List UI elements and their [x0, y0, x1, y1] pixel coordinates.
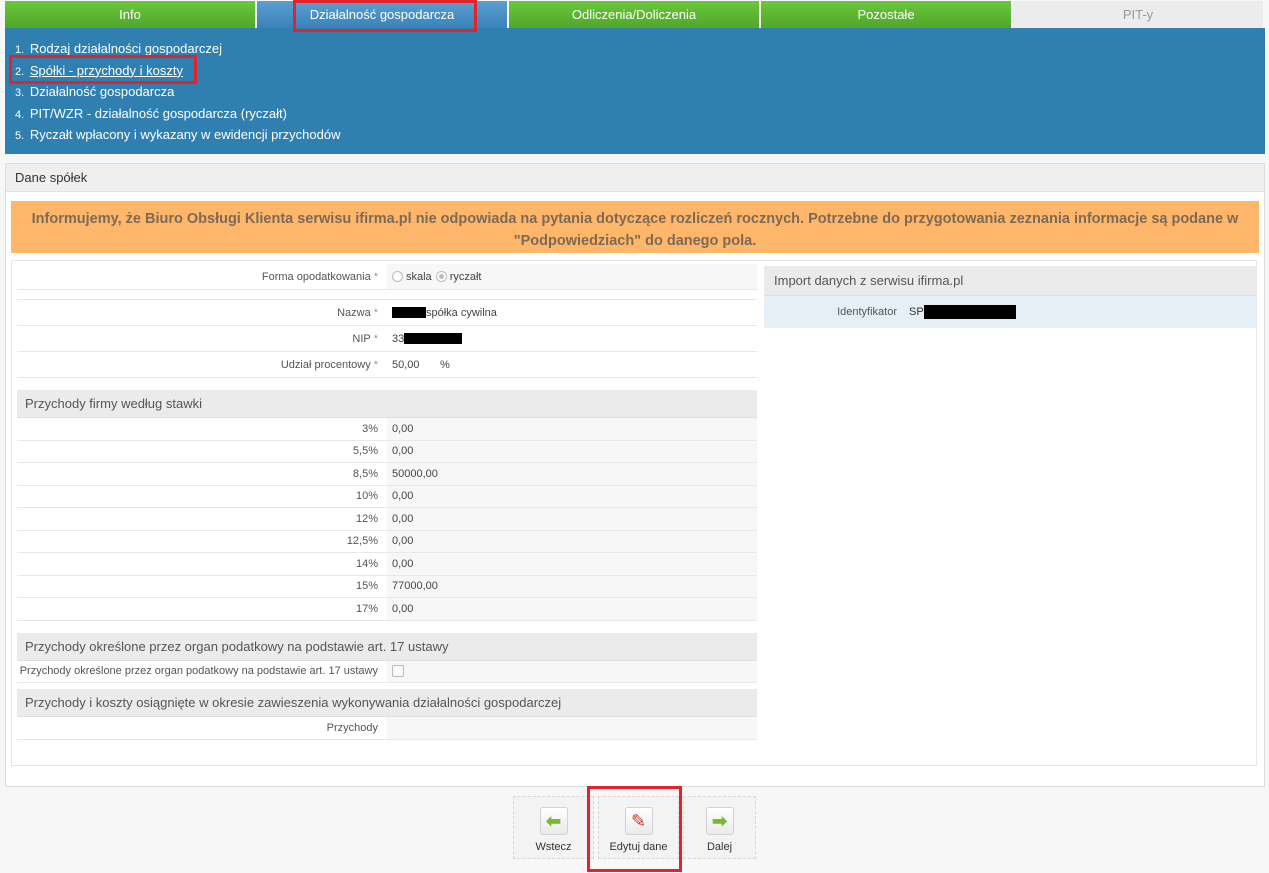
radio-lump-sum-label: ryczałt [449, 270, 482, 283]
nip-label: NIP * [352, 332, 378, 345]
arrow-left-icon: ⬅ [539, 807, 568, 835]
redacted-block [923, 305, 1016, 319]
import-box: Import danych z serwisu ifirma.pl Identy… [764, 266, 1256, 328]
revenue-section-title: Przychody firmy według stawki [17, 390, 757, 418]
share-row: Udział procentowy * 50,00% [17, 352, 757, 378]
share-label: Udział procentowy * [280, 358, 378, 371]
submenu-item-label: PIT/WZR - działalność gospodarcza (rycza… [29, 105, 287, 121]
radio-scale-label: skala [406, 270, 432, 283]
art17-row: Przychody określone przez organ podatkow… [17, 660, 757, 683]
revenue-row: 3% 0,00 [17, 418, 757, 441]
next-button[interactable]: ➡ Dalej [683, 796, 756, 859]
suspension-revenue-label: Przychody [326, 721, 378, 734]
companies-panel: Dane spółek Informujemy, że Biuro Obsług… [5, 163, 1265, 787]
revenue-row: 8,5% 50000,00 [17, 463, 757, 486]
tax-form-options: skala ryczałt [387, 264, 757, 289]
submenu-item-number: 5. [15, 130, 25, 143]
suspension-revenue-row: Przychody [17, 717, 757, 740]
import-id-row: Identyfikator SP [764, 296, 1256, 328]
redacted-block [404, 333, 463, 344]
revenue-row: 14% 0,00 [17, 553, 757, 576]
back-button-label: Wstecz [535, 841, 572, 853]
main-tabs: Info Działalność gospodarcza Odliczenia/… [5, 1, 1265, 28]
suspension-section-title: Przychody i koszty osiągnięte w okresie … [17, 689, 757, 717]
nip-field[interactable]: 33 [387, 326, 757, 351]
revenue-row: 10% 0,00 [17, 485, 757, 508]
tax-form-row: Forma opodatkowania * skala ryczałt [17, 264, 757, 290]
suspension-revenue-field[interactable] [387, 717, 757, 739]
tab-other[interactable]: Pozostałe [761, 1, 1013, 28]
art17-section-title: Przychody określone przez organ podatkow… [17, 632, 757, 661]
company-form: Forma opodatkowania * skala ryczałt Nazwa… [17, 264, 757, 740]
revenue-value[interactable]: 0,00 [387, 440, 757, 462]
revenue-value[interactable]: 0,00 [387, 530, 757, 552]
revenue-row: 17% 0,00 [17, 598, 757, 621]
revenue-row: 5,5% 0,00 [17, 440, 757, 463]
name-row: Nazwa * spółka cywilna [17, 300, 757, 326]
submenu: 1. Rodzaj działalności gospodarczej 2. S… [5, 28, 1265, 154]
redacted-block [392, 307, 426, 318]
tax-form-label: Forma opodatkowania * [261, 270, 378, 283]
revenue-row: 12% 0,00 [17, 508, 757, 531]
annotation-submenu-highlight [9, 55, 197, 84]
revenue-rows: 3% 0,00 5,5% 0,00 8,5% 50000,00 10% 0,00 12%… [17, 418, 757, 621]
revenue-value[interactable]: 0,00 [387, 598, 757, 620]
revenue-value[interactable]: 0,00 [387, 485, 757, 507]
tab-pit[interactable]: PIT-y [1013, 1, 1265, 28]
info-notice: Informujemy, że Biuro Obsługi Klienta se… [11, 201, 1259, 253]
submenu-item-pit-wzr[interactable]: 4. PIT/WZR - działalność gospodarcza (ry… [15, 103, 1255, 125]
import-id-value: SP [909, 305, 1016, 319]
submenu-item-label: Rodzaj działalności gospodarczej [29, 41, 223, 56]
tab-info[interactable]: Info [5, 1, 257, 28]
radio-scale[interactable] [392, 271, 403, 282]
annotation-tab-highlight [293, 0, 477, 32]
art17-checkbox[interactable] [392, 665, 404, 678]
name-label: Nazwa * [337, 306, 378, 319]
revenue-value[interactable]: 77000,00 [387, 575, 757, 597]
submenu-item-companies[interactable]: 2. Spółki - przychody i koszty [15, 60, 1255, 82]
radio-lump-sum[interactable] [435, 271, 447, 282]
back-button[interactable]: ⬅ Wstecz [513, 796, 594, 859]
name-field[interactable]: spółka cywilna [387, 300, 757, 325]
revenue-value[interactable]: 0,00 [387, 553, 757, 575]
next-button-label: Dalej [706, 841, 733, 853]
submenu-item-number: 3. [15, 87, 25, 100]
revenue-row: 12,5% 0,00 [17, 530, 757, 553]
revenue-value[interactable]: 0,00 [387, 418, 757, 440]
submenu-item-lump-sum[interactable]: 5. Ryczałt wpłacony i wykazany w ewidenc… [15, 124, 1255, 146]
submenu-item-label: Ryczałt wpłacony i wykazany w ewidencji … [29, 127, 341, 143]
submenu-item-number: 4. [15, 108, 25, 121]
import-id-label: Identyfikator [837, 306, 897, 318]
submenu-item-business-type[interactable]: 1. Rodzaj działalności gospodarczej [15, 38, 1255, 60]
tab-deductions[interactable]: Odliczenia/Doliczenia [509, 1, 761, 28]
revenue-value[interactable]: 50000,00 [387, 463, 757, 485]
submenu-item-business[interactable]: 3. Działalność gospodarcza [15, 81, 1255, 103]
panel-title: Dane spółek [6, 164, 1264, 192]
arrow-right-icon: ➡ [705, 807, 734, 835]
share-field[interactable]: 50,00% [387, 352, 757, 377]
nip-row: NIP * 33 [17, 326, 757, 352]
annotation-edit-highlight [587, 786, 682, 872]
import-title: Import danych z serwisu ifirma.pl [764, 266, 1256, 296]
revenue-value[interactable]: 0,00 [387, 508, 757, 530]
art17-label: Przychody określone przez organ podatkow… [19, 665, 378, 678]
art17-field [387, 660, 757, 682]
form-content: Forma opodatkowania * skala ryczałt Nazwa… [11, 260, 1257, 766]
revenue-row: 15% 77000,00 [17, 575, 757, 598]
submenu-item-label: Działalność gospodarcza [29, 84, 175, 100]
